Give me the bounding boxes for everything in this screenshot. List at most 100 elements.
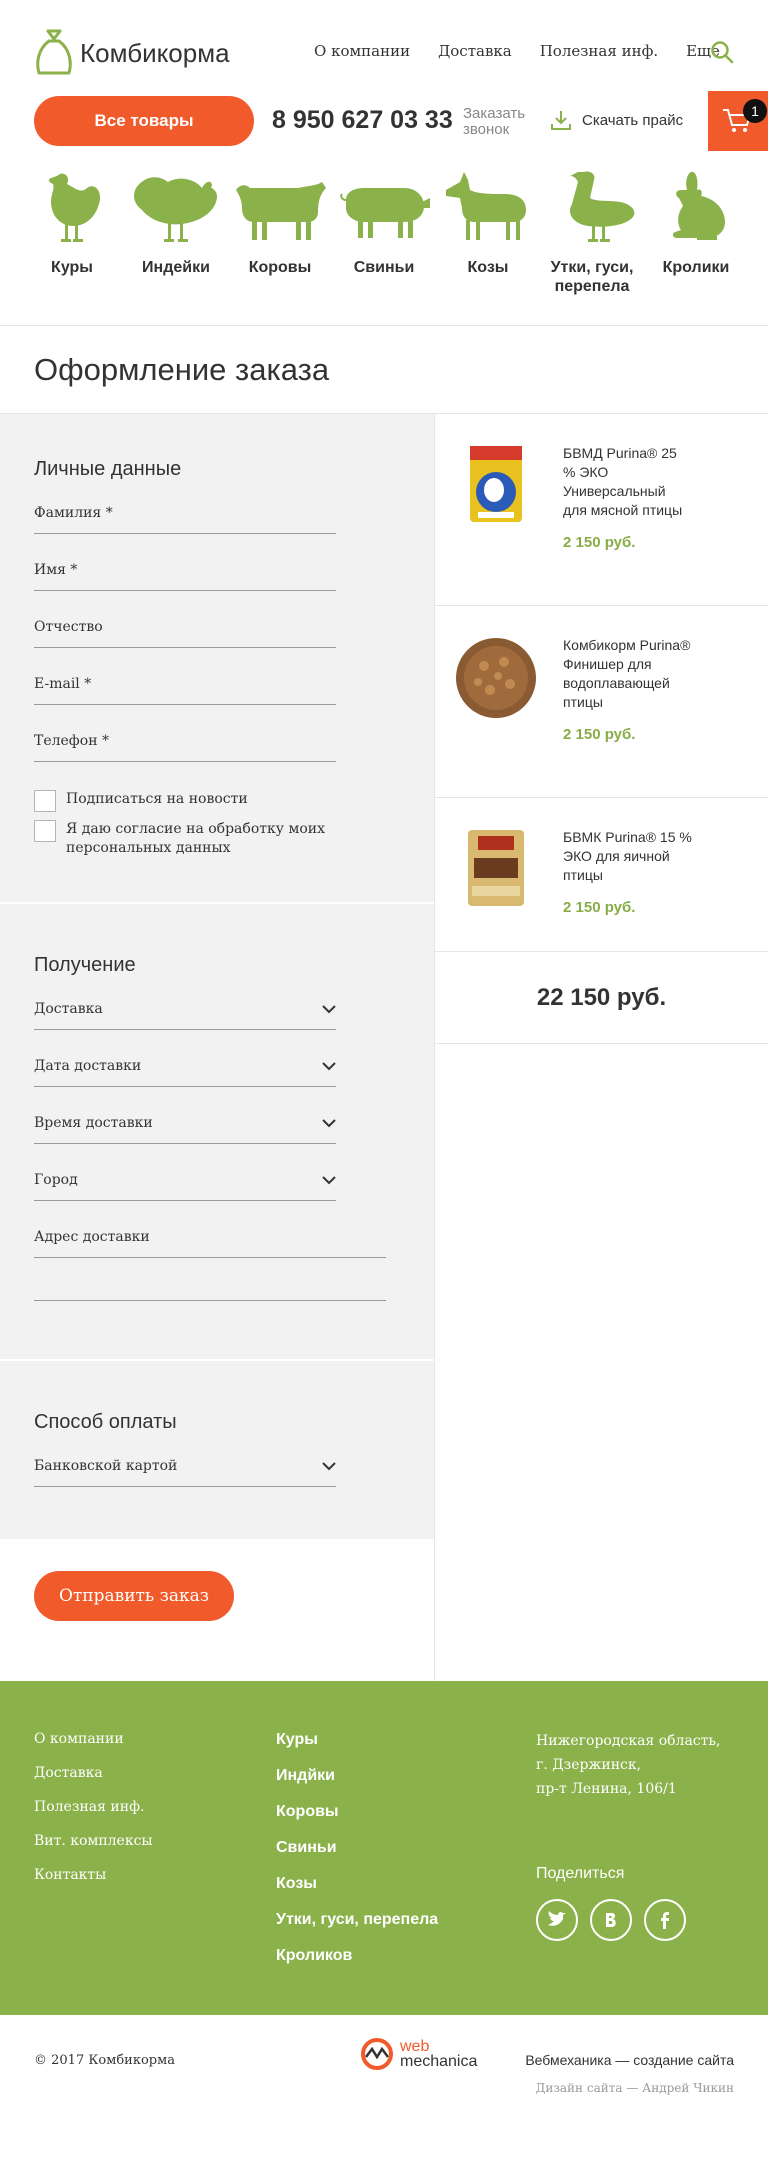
category-label: Козы bbox=[467, 259, 509, 276]
footer-link-about[interactable]: О компании bbox=[34, 1731, 153, 1747]
callback-link[interactable]: Заказать звонок bbox=[463, 106, 533, 138]
category-chickens[interactable]: Куры bbox=[20, 156, 124, 325]
footer-category[interactable]: Коровы bbox=[276, 1803, 438, 1821]
phone-placeholder: Телефон * bbox=[34, 733, 109, 749]
footer-link-delivery[interactable]: Доставка bbox=[34, 1765, 153, 1781]
product-price: 2 150 руб. bbox=[563, 726, 636, 743]
phone-number[interactable]: 8 950 627 03 33 bbox=[272, 106, 453, 135]
category-label: Утки, гуси, перепела bbox=[550, 259, 634, 295]
footer-category[interactable]: Утки, гуси, перепела bbox=[276, 1911, 438, 1929]
sack-icon bbox=[36, 29, 72, 75]
product-image bbox=[451, 636, 541, 797]
twitter-icon bbox=[548, 1911, 566, 1926]
receipt-title: Получение bbox=[34, 954, 136, 976]
cart-item[interactable]: Комбикорм Purina® Финишер для водоплаваю… bbox=[435, 606, 768, 798]
subscribe-checkbox[interactable] bbox=[34, 790, 56, 812]
cow-icon bbox=[236, 182, 326, 240]
delivery-date-value: Дата доставки bbox=[34, 1058, 142, 1074]
top-nav: О компании Доставка Полезная инф. Еще bbox=[314, 42, 720, 60]
footer-category[interactable]: Индйки bbox=[276, 1767, 438, 1785]
delivery-time-select[interactable]: Время доставки bbox=[34, 1115, 336, 1144]
cart-item[interactable]: БВМД Purina® 25 % ЭКО Универсальный для … bbox=[435, 414, 768, 606]
studio-credit[interactable]: Вебмеханика — создание сайта bbox=[525, 2052, 734, 2068]
logo[interactable]: Комбикорма bbox=[34, 27, 230, 79]
all-goods-button[interactable]: Все товары bbox=[34, 96, 254, 146]
category-rabbits[interactable]: Кролики bbox=[644, 156, 748, 325]
consent-row: Я даю согласие на обработку моих персона… bbox=[34, 820, 400, 858]
consent-checkbox[interactable] bbox=[34, 820, 56, 842]
footer-category[interactable]: Свиньи bbox=[276, 1839, 438, 1857]
footer-links: О компании Доставка Полезная инф. Вит. к… bbox=[34, 1731, 153, 1901]
footer-link-contacts[interactable]: Контакты bbox=[34, 1867, 153, 1883]
footer-link-info[interactable]: Полезная инф. bbox=[34, 1799, 153, 1815]
download-label: Скачать прайс bbox=[582, 111, 684, 129]
delivery-select-value: Доставка bbox=[34, 1001, 103, 1017]
delivery-date-select[interactable]: Дата доставки bbox=[34, 1058, 336, 1087]
subscribe-row: Подписаться на новости bbox=[34, 790, 400, 812]
product-image bbox=[451, 444, 541, 605]
subscribe-label: Подписаться на новости bbox=[66, 791, 248, 807]
address-textarea[interactable]: Адрес доставки bbox=[34, 1229, 386, 1301]
consent-label: Я даю согласие на обработку моих персона… bbox=[66, 821, 325, 856]
surname-placeholder: Фамилия * bbox=[34, 505, 113, 521]
footer-category[interactable]: Кроликов bbox=[276, 1947, 438, 1965]
email-placeholder: E-mail * bbox=[34, 676, 92, 692]
chicken-icon bbox=[48, 173, 101, 242]
action-bar: Все товары 8 950 627 03 33 Заказать звон… bbox=[0, 91, 768, 156]
webmechanica-logo[interactable]: web mechanica bbox=[360, 2037, 477, 2071]
category-cows[interactable]: Коровы bbox=[228, 156, 332, 325]
footer-category[interactable]: Козы bbox=[276, 1875, 438, 1893]
design-credit[interactable]: Дизайн сайта — Андрей Чикин bbox=[536, 2081, 734, 2095]
page-title: Оформление заказа bbox=[34, 351, 330, 387]
header: Комбикорма О компании Доставка Полезная … bbox=[0, 0, 768, 96]
order-summary: БВМД Purina® 25 % ЭКО Универсальный для … bbox=[434, 414, 768, 1681]
submit-order-button[interactable]: Отправить заказ bbox=[34, 1571, 234, 1621]
footer-category[interactable]: Куры bbox=[276, 1731, 438, 1749]
grain-image bbox=[456, 638, 536, 718]
patronymic-field[interactable]: Отчество bbox=[34, 619, 336, 648]
delivery-time-value: Время доставки bbox=[34, 1115, 153, 1131]
checkout-main: Личные данные Фамилия * Имя * Отчество E… bbox=[0, 414, 768, 1681]
footer: О компании Доставка Полезная инф. Вит. к… bbox=[0, 1681, 768, 2015]
nav-about[interactable]: О компании bbox=[314, 42, 410, 60]
download-price-link[interactable]: Скачать прайс bbox=[550, 109, 683, 131]
order-total: 22 150 руб. bbox=[435, 952, 768, 1044]
goose-icon bbox=[569, 171, 635, 242]
chevron-down-icon bbox=[322, 1462, 336, 1471]
search-icon[interactable] bbox=[710, 40, 734, 64]
product-image bbox=[451, 828, 541, 951]
email-field[interactable]: E-mail * bbox=[34, 676, 336, 705]
category-pigs[interactable]: Свиньи bbox=[332, 156, 436, 325]
city-select[interactable]: Город bbox=[34, 1172, 336, 1201]
wordmark-web: web bbox=[400, 2038, 430, 2055]
name-placeholder: Имя * bbox=[34, 562, 78, 578]
wordmark-mechanica: mechanica bbox=[400, 2053, 478, 2070]
category-label: Индейки bbox=[142, 259, 210, 276]
cart-button[interactable]: 1 bbox=[708, 91, 768, 151]
category-poultry[interactable]: Утки, гуси, перепела bbox=[540, 156, 644, 325]
delivery-select[interactable]: Доставка bbox=[34, 1001, 336, 1030]
social-links bbox=[536, 1899, 698, 1941]
payment-method-select[interactable]: Банковской картой bbox=[34, 1458, 336, 1487]
facebook-button[interactable] bbox=[644, 1899, 686, 1941]
city-value: Город bbox=[34, 1172, 78, 1188]
product-price: 2 150 руб. bbox=[563, 899, 636, 916]
footer-link-vitamins[interactable]: Вит. комплексы bbox=[34, 1833, 153, 1849]
turkey-icon bbox=[134, 177, 218, 242]
phone-field[interactable]: Телефон * bbox=[34, 733, 336, 762]
address-placeholder: Адрес доставки bbox=[34, 1229, 150, 1245]
twitter-button[interactable] bbox=[536, 1899, 578, 1941]
cart-item[interactable]: БВМК Purina® 15 % ЭКО для яичной птицы 2… bbox=[435, 798, 768, 952]
personal-section: Личные данные Фамилия * Имя * Отчество E… bbox=[0, 414, 434, 904]
category-goats[interactable]: Козы bbox=[436, 156, 540, 325]
nav-delivery[interactable]: Доставка bbox=[438, 42, 512, 60]
nav-info[interactable]: Полезная инф. bbox=[540, 42, 658, 60]
product-info: Комбикорм Purina® Финишер для водоплаваю… bbox=[563, 636, 693, 797]
brand-name: Комбикорма bbox=[80, 37, 230, 68]
surname-field[interactable]: Фамилия * bbox=[34, 505, 336, 534]
receipt-section: Получение Доставка Дата доставки Время д… bbox=[0, 904, 434, 1361]
category-turkeys[interactable]: Индейки bbox=[124, 156, 228, 325]
name-field[interactable]: Имя * bbox=[34, 562, 336, 591]
address-line: пр-т Ленина, 106/1 bbox=[536, 1781, 677, 1797]
vk-button[interactable] bbox=[590, 1899, 632, 1941]
